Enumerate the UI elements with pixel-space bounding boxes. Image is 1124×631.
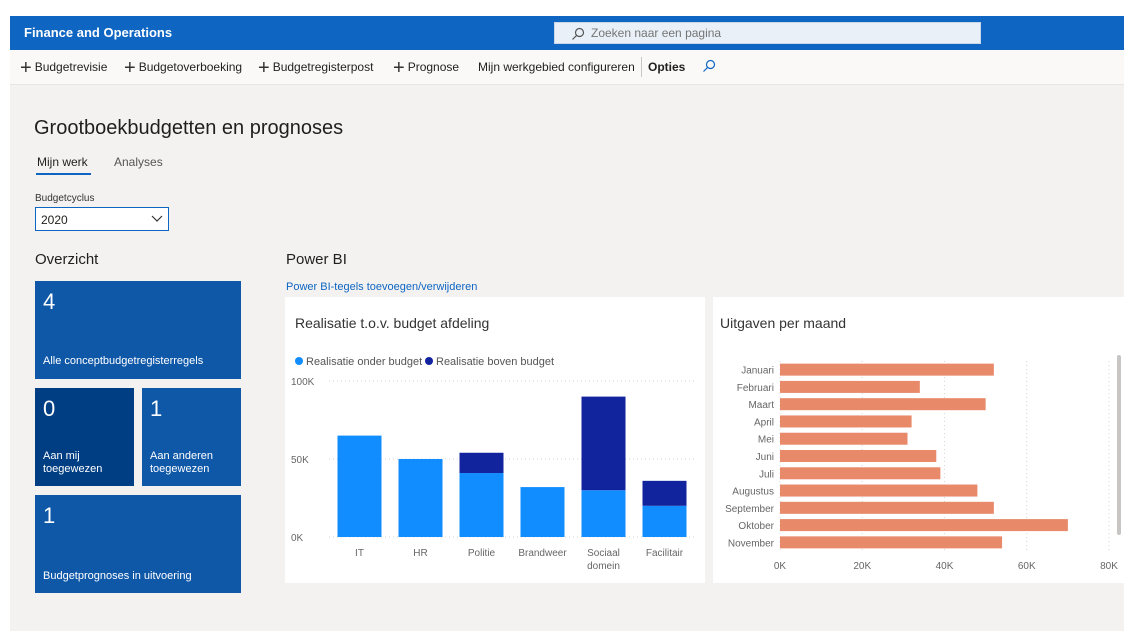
bar: [780, 415, 912, 428]
powerbi-tiles-link[interactable]: Power BI-tegels toevoegen/verwijderen: [286, 281, 477, 293]
plus-icon: +: [258, 57, 270, 79]
y-tick-label: Juli: [759, 469, 774, 480]
budgetcyclus-select[interactable]: 2020: [35, 207, 169, 231]
x-tick-label: HR: [413, 548, 427, 559]
bar: [780, 432, 908, 445]
tile-label: Aan anderen toegewezen: [150, 450, 213, 475]
x-tick-label: Facilitair: [646, 548, 684, 559]
budgetcyclus-value: 2020: [41, 213, 68, 227]
y-tick-label: Oktober: [738, 521, 774, 532]
bar-boven: [642, 480, 687, 506]
tile-label: Alle conceptbudgetregisterregels: [43, 355, 204, 367]
y-tick-label: April: [754, 417, 774, 428]
y-tick-label: November: [728, 538, 775, 549]
bar: [780, 484, 978, 497]
bar: [780, 519, 1068, 532]
tab-mijn-werk[interactable]: Mijn werk: [37, 155, 88, 169]
tile-aan-mij-toegewezen[interactable]: 0 Aan mij toegewezen: [35, 388, 134, 486]
bar-onder: [520, 487, 565, 537]
page-search-box[interactable]: [554, 22, 981, 44]
active-tab-indicator: [36, 173, 91, 175]
chevron-down-icon: [151, 215, 163, 222]
app-title[interactable]: Finance and Operations: [24, 25, 172, 40]
search-icon: [703, 59, 716, 72]
budgetregisterpost-label: Budgetregisterpost: [272, 60, 374, 74]
y-tick-label: September: [725, 504, 775, 515]
tile-count: 1: [43, 503, 56, 528]
configure-workspace-button[interactable]: Mijn werkgebied configureren: [478, 50, 635, 84]
y-tick-label: Januari: [741, 366, 774, 377]
x-tick-label: 20K: [853, 561, 871, 572]
bar-boven: [459, 452, 504, 474]
tile-count: 4: [43, 289, 56, 314]
x-tick-label: 40K: [936, 561, 954, 572]
action-pane: + Budgetrevisie + Budgetoverboeking + Budge…: [10, 50, 1124, 85]
bar: [780, 501, 994, 514]
page-title: Grootboekbudgetten en prognoses: [34, 117, 344, 139]
bar-onder: [581, 490, 626, 537]
budgetcyclus-label: Budgetcyclus: [35, 193, 95, 204]
x-tick-label: 60K: [1018, 561, 1036, 572]
plus-icon: +: [20, 57, 32, 79]
top-navigation-bar: Finance and Operations: [10, 16, 1124, 50]
bar: [780, 380, 920, 393]
x-tick-label: IT: [355, 548, 364, 559]
y-tick-label: Augustus: [732, 487, 774, 498]
realisatie-bar-chart: 0K 50K 100K IT HR Politie Brandweer Sociaal dome…: [291, 377, 695, 572]
x-tick-label: Sociaal: [587, 548, 620, 559]
tile-label: Aan mij toegewezen: [43, 450, 103, 475]
x-tick-label: 80K: [1100, 561, 1118, 572]
new-budgetrevisie-button[interactable]: + Budgetrevisie: [20, 50, 107, 84]
overview-heading: Overzicht: [35, 251, 99, 268]
y-tick-label: Maart: [748, 400, 774, 411]
bar-boven: [581, 396, 626, 491]
y-tick-label: 0K: [291, 533, 304, 544]
y-tick-label: 50K: [291, 455, 309, 466]
bar: [780, 363, 994, 376]
chart-card-realisatie[interactable]: Realisatie t.o.v. budget afdeling Realis…: [285, 297, 705, 583]
tile-label: Budgetprognoses in uitvoering: [43, 570, 192, 582]
uitgaven-bar-chart: 0K 20K 40K 60K 80K Januari Februari Maart April M…: [725, 361, 1118, 572]
tile-count: 0: [43, 396, 56, 421]
action-search-button[interactable]: [702, 50, 716, 84]
chart-card-uitgaven[interactable]: Uitgaven per maand 0K 20K 40K 60K 80K Januari…: [713, 297, 1124, 583]
y-tick-label: Mei: [758, 435, 774, 446]
new-budgetoverboeking-button[interactable]: + Budgetoverboeking: [124, 50, 242, 84]
y-tick-label: Februari: [737, 383, 774, 394]
powerbi-heading: Power BI: [286, 251, 347, 268]
bar: [780, 536, 1003, 549]
x-tick-label: domein: [587, 561, 620, 572]
bar: [780, 467, 941, 480]
search-icon: [572, 27, 585, 40]
plus-icon: +: [124, 57, 136, 79]
tile-conceptbudgetregisterregels[interactable]: 4 Alle conceptbudgetregisterregels: [35, 281, 241, 379]
bar-onder: [459, 473, 504, 537]
new-budgetregisterpost-button[interactable]: + Budgetregisterpost: [258, 50, 373, 84]
tile-budgetprognoses[interactable]: 1 Budgetprognoses in uitvoering: [35, 495, 241, 593]
prognose-label: Prognose: [407, 60, 460, 74]
x-tick-label: Politie: [468, 548, 496, 559]
x-tick-label: Brandweer: [518, 548, 567, 559]
plus-icon: +: [393, 57, 405, 79]
chart-scrollbar[interactable]: [1117, 355, 1121, 535]
options-button[interactable]: Opties: [648, 50, 685, 84]
tab-analyses[interactable]: Analyses: [114, 155, 163, 169]
bar-onder: [398, 459, 443, 537]
x-tick-label: 0K: [774, 561, 787, 572]
y-tick-label: 100K: [291, 377, 315, 388]
command-separator: [641, 57, 642, 77]
tile-count: 1: [150, 396, 163, 421]
tile-aan-anderen-toegewezen[interactable]: 1 Aan anderen toegewezen: [142, 388, 241, 486]
bar-onder: [642, 505, 687, 537]
new-prognose-button[interactable]: + Prognose: [393, 50, 459, 84]
budgetoverboeking-label: Budgetoverboeking: [138, 60, 243, 74]
workspace-content: Grootboekbudgetten en prognoses Mijn wer…: [10, 85, 1124, 631]
bar: [780, 398, 986, 411]
budgetrevisie-label: Budgetrevisie: [34, 60, 108, 74]
bar-onder: [337, 435, 382, 537]
search-input[interactable]: [589, 25, 973, 41]
bar: [780, 450, 937, 462]
y-tick-label: Juni: [756, 452, 774, 463]
